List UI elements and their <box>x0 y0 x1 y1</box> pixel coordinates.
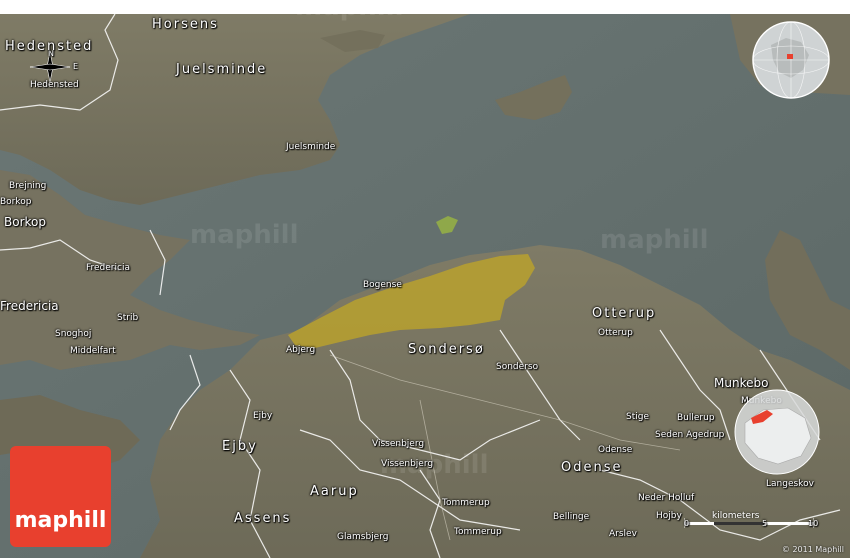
label-hojby: Hojby <box>656 511 682 521</box>
compass-east: E <box>73 62 79 71</box>
label-vissenbjerg-town: Vissenbjerg <box>372 439 425 449</box>
label-hedensted: Hedensted <box>5 39 94 54</box>
label-aarup: Aarup <box>310 484 359 499</box>
label-otterup-town: Otterup <box>598 328 633 338</box>
watermark: maphill <box>600 225 709 255</box>
label-strib: Strib <box>117 313 139 323</box>
label-ejby: Ejby <box>222 439 258 454</box>
label-bogense: Bogense <box>363 280 402 290</box>
scale-tick-0: 0 <box>684 519 690 528</box>
label-tommerup-town: Tommerup <box>442 498 490 508</box>
label-hedensted-town: Hedensted <box>30 80 79 90</box>
maphill-logo[interactable]: maphill <box>10 446 111 547</box>
label-seden-agedrup: Seden Agedrup <box>655 430 725 440</box>
label-bellinge: Bellinge <box>553 512 590 522</box>
copyright-text: © 2011 Maphill <box>781 545 844 554</box>
label-juelsminde: Juelsminde <box>176 62 268 77</box>
label-sonderso: Sondersø <box>408 342 485 357</box>
label-middelfart: Middelfart <box>70 346 116 356</box>
label-juelsminde-town: Juelsminde <box>286 142 336 152</box>
inset-locator-map <box>734 389 820 475</box>
scale-tick-5: 5 <box>762 519 768 528</box>
label-horsens: Horsens <box>152 17 219 32</box>
label-borkop-town: Borkop <box>0 197 32 207</box>
watermark: maphill <box>295 0 404 22</box>
label-odense-town: Odense <box>598 445 633 455</box>
label-vissenbjerg: Vissenbjerg <box>381 459 434 469</box>
logo-text: maphill <box>14 508 107 533</box>
label-neder-holluf: Neder Holluf <box>638 493 695 503</box>
label-fredericia: Fredericia <box>0 299 59 313</box>
watermark: maphill <box>190 220 299 250</box>
label-borkop: Borkop <box>4 215 46 229</box>
label-otterup: Otterup <box>592 306 657 321</box>
label-glamsbjerg: Glamsbjerg <box>337 532 389 542</box>
globe-locator-icon <box>752 21 830 99</box>
label-stige: Stige <box>626 412 649 422</box>
label-fredericia-town: Fredericia <box>86 263 130 273</box>
label-snoghoj: Snoghoj <box>55 329 92 339</box>
label-abjerg: Abjerg <box>286 345 316 355</box>
label-sonderso-town: Sonderso <box>496 362 539 372</box>
label-arslev: Arslev <box>609 529 637 539</box>
label-odense: Odense <box>561 460 623 475</box>
label-tommerup: Tommerup <box>454 527 502 537</box>
label-ejby-town: Ejby <box>253 411 273 421</box>
label-bullerup: Bullerup <box>677 413 715 423</box>
label-assens: Assens <box>234 511 292 526</box>
label-brejning: Brejning <box>9 181 47 191</box>
scale-tick-10: 10 <box>808 519 819 528</box>
label-langeskov: Langeskov <box>766 479 814 489</box>
scale-bar <box>684 518 814 528</box>
